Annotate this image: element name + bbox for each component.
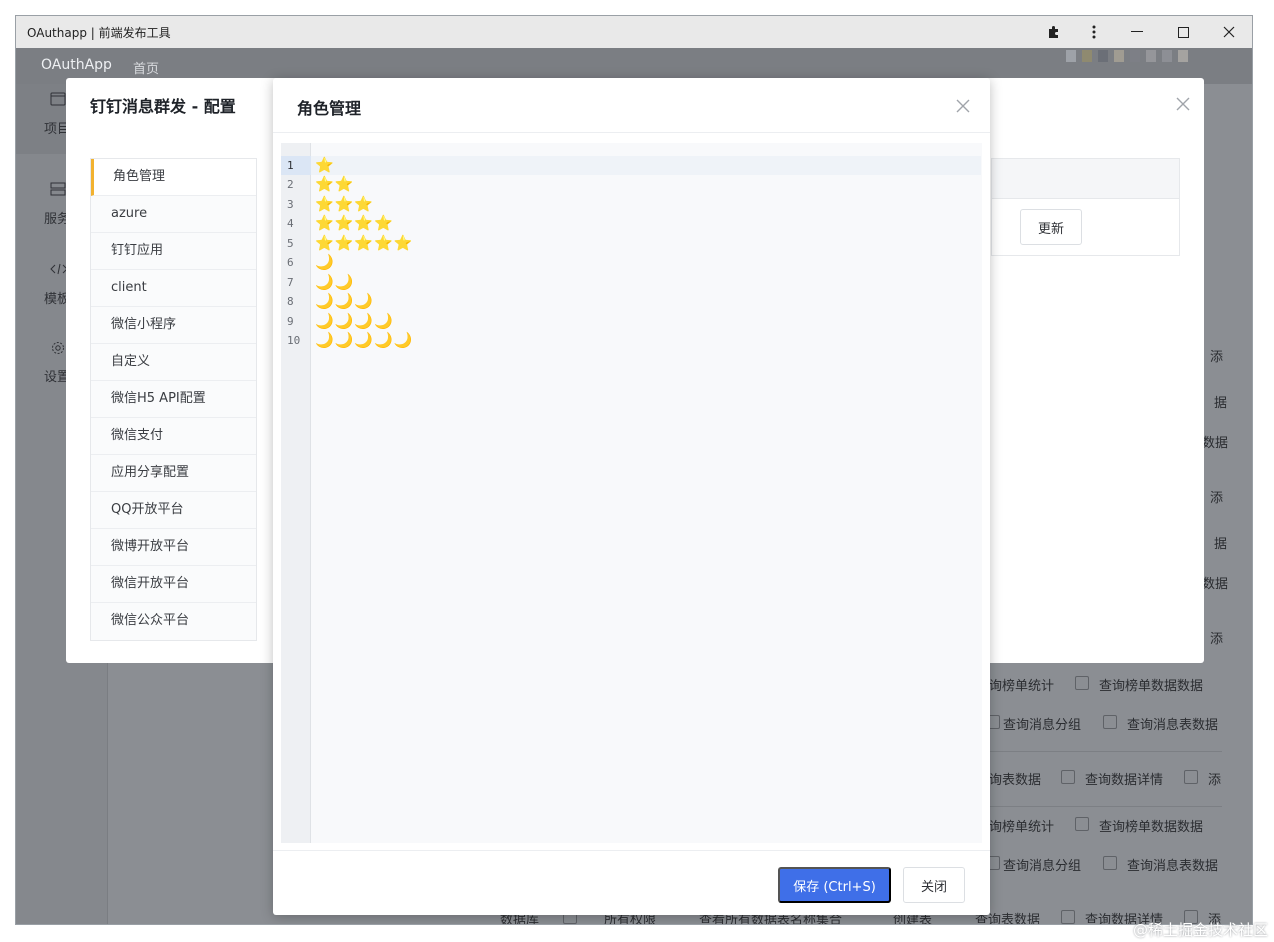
line-number: 5 [287, 237, 294, 250]
code-line[interactable]: 🌙🌙🌙🌙 [315, 312, 394, 331]
bg-checkbox[interactable] [1184, 770, 1198, 784]
line-number: 3 [287, 198, 294, 211]
kebab-icon[interactable] [1074, 16, 1114, 48]
bg-divider [990, 806, 1222, 807]
minimize-icon[interactable] [1114, 16, 1160, 48]
update-button[interactable]: 更新 [1020, 209, 1082, 245]
config-dialog-title: 钉钉消息群发 - 配置 [90, 97, 236, 116]
menu-item-weibo-open[interactable]: 微博开放平台 [91, 529, 256, 566]
titlebar-controls [1034, 16, 1252, 48]
config-menu: 角色管理 azure 钉钉应用 client 微信小程序 自定义 微信H5 AP… [90, 158, 257, 641]
puzzle-icon[interactable] [1034, 16, 1074, 48]
bg-fragment: 添 [1210, 632, 1224, 647]
bg-fragment: 询榜单统计 [989, 820, 1055, 835]
menu-item-app-share[interactable]: 应用分享配置 [91, 455, 256, 492]
menu-item-azure[interactable]: azure [91, 196, 256, 233]
app-brand[interactable]: OAuthApp [41, 57, 112, 73]
server-icon [50, 182, 66, 200]
role-dialog-header: 角色管理 [273, 78, 990, 133]
bg-checkbox[interactable] [1103, 715, 1117, 729]
close-icon[interactable] [1176, 92, 1190, 116]
bg-fragment: 查询消息表数据 [1127, 859, 1219, 874]
window-title: OAuthapp | 前端发布工具 [27, 25, 171, 40]
line-number: 2 [287, 178, 294, 191]
code-line[interactable]: ⭐⭐⭐⭐⭐ [315, 234, 413, 253]
bg-divider [990, 751, 1222, 752]
code-line[interactable]: ⭐ [311, 156, 981, 175]
bg-fragment: 添 [1210, 350, 1224, 365]
bg-fragment: 询表数据 [989, 773, 1042, 788]
bg-fragment: 添 [1210, 491, 1224, 506]
bg-fragment: 查询榜单数据数据 [1099, 820, 1204, 835]
menu-item-client[interactable]: client [91, 270, 256, 307]
close-button[interactable]: 关闭 [903, 867, 965, 903]
save-button[interactable]: 保存 (Ctrl+S) [778, 867, 891, 903]
config-table-header [992, 159, 1179, 199]
bg-checkbox[interactable] [1075, 676, 1089, 690]
menu-item-wechat-open[interactable]: 微信开放平台 [91, 566, 256, 603]
nav-home-link[interactable]: 首页 [133, 58, 159, 77]
app-window: OAuthapp | 前端发布工具 OAuthApp 首页 项目 服务 模板 设… [15, 15, 1253, 925]
bg-fragment: 询榜单统计 [989, 679, 1055, 694]
bg-fragment: 据 [1214, 537, 1228, 552]
avatar[interactable] [1066, 50, 1188, 62]
bg-checkbox[interactable] [1075, 817, 1089, 831]
menu-item-custom[interactable]: 自定义 [91, 344, 256, 381]
line-number: 7 [287, 276, 294, 289]
menu-item-dingtalk-app[interactable]: 钉钉应用 [91, 233, 256, 270]
bg-fragment: 数据 [1202, 436, 1229, 451]
code-line[interactable]: ⭐⭐ [315, 175, 354, 194]
menu-item-qq-open[interactable]: QQ开放平台 [91, 492, 256, 529]
bg-checkbox[interactable] [1103, 856, 1117, 870]
code-editor[interactable]: 1 2 3 4 5 6 7 8 9 10 ⭐ ⭐⭐ ⭐⭐⭐ ⭐⭐⭐⭐ ⭐⭐⭐⭐⭐… [281, 143, 982, 843]
code-line[interactable]: 🌙🌙🌙🌙🌙 [315, 331, 413, 350]
role-dialog-footer: 保存 (Ctrl+S) 关闭 [273, 850, 990, 915]
code-line[interactable]: 🌙🌙🌙 [315, 292, 374, 311]
menu-item-wechat-pay[interactable]: 微信支付 [91, 418, 256, 455]
code-line[interactable]: ⭐⭐⭐ [315, 195, 374, 214]
config-table: 更新 [991, 158, 1180, 256]
bg-fragment: 数据 [1202, 577, 1229, 592]
menu-item-wechat-miniprogram[interactable]: 微信小程序 [91, 307, 256, 344]
close-icon[interactable] [956, 94, 970, 118]
bg-checkbox[interactable] [1061, 770, 1075, 784]
menu-item-wechat-h5-api[interactable]: 微信H5 API配置 [91, 381, 256, 418]
bg-fragment: 据 [1214, 396, 1228, 411]
line-number: 10 [287, 334, 301, 347]
code-line[interactable]: 🌙🌙 [315, 273, 354, 292]
line-number: 6 [287, 256, 294, 269]
line-number: 1 [281, 156, 311, 175]
window-icon [50, 92, 66, 110]
maximize-icon[interactable] [1160, 16, 1206, 48]
window-titlebar: OAuthapp | 前端发布工具 [16, 16, 1252, 48]
bg-fragment: 查询消息分组 [1003, 859, 1082, 874]
bg-fragment: 查询消息分组 [1003, 718, 1082, 733]
line-number-gutter: 1 2 3 4 5 6 7 8 9 10 [281, 143, 311, 843]
line-number: 8 [287, 295, 294, 308]
role-management-dialog: 角色管理 1 2 3 4 5 6 7 8 9 10 ⭐ ⭐⭐ ⭐⭐⭐ ⭐⭐⭐⭐ … [273, 78, 990, 915]
bg-checkbox[interactable] [1061, 910, 1075, 924]
code-line[interactable]: ⭐⭐⭐⭐ [315, 214, 394, 233]
code-line[interactable]: 🌙 [315, 253, 335, 272]
line-number: 4 [287, 217, 294, 230]
menu-item-wechat-official[interactable]: 微信公众平台 [91, 603, 256, 640]
bg-fragment: 添 [1208, 773, 1222, 788]
role-dialog-title: 角色管理 [297, 99, 362, 118]
line-number: 9 [287, 315, 294, 328]
watermark: @稀土掘金技术社区 [1132, 921, 1268, 939]
close-icon[interactable] [1206, 16, 1252, 48]
bg-fragment: 查询消息表数据 [1127, 718, 1219, 733]
gear-icon [50, 340, 66, 360]
menu-item-roles[interactable]: 角色管理 [91, 159, 256, 196]
bg-fragment: 查询数据详情 [1085, 773, 1164, 788]
bg-fragment: 查询榜单数据数据 [1099, 679, 1204, 694]
